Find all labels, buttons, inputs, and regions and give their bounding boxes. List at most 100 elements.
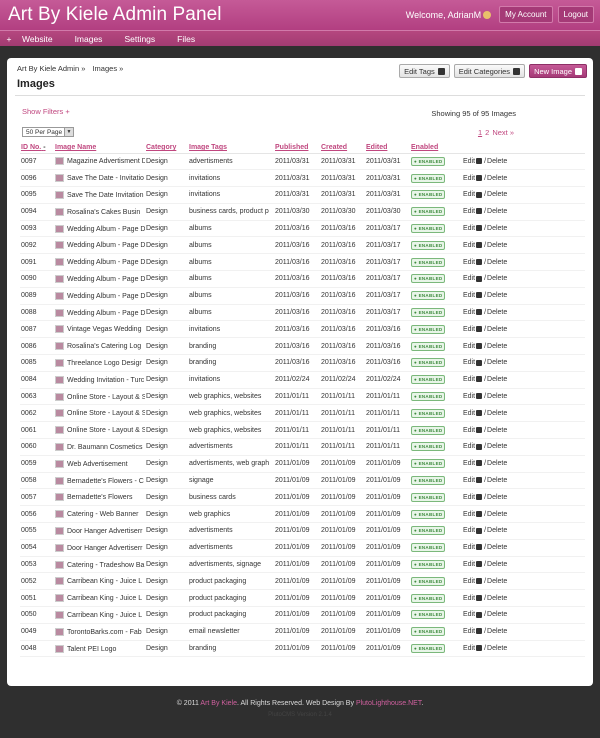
delete-link[interactable]: Delete: [487, 326, 507, 333]
edit-link[interactable]: Edit: [463, 561, 475, 568]
enabled-badge[interactable]: ● ENABLED: [411, 291, 446, 301]
edit-icon[interactable]: [476, 410, 483, 416]
cell-image-name[interactable]: Online Store - Layout & S: [54, 404, 145, 423]
delete-link[interactable]: Delete: [487, 460, 507, 467]
per-page-select[interactable]: 50 Per Page ▼: [22, 127, 74, 137]
edit-link[interactable]: Edit: [463, 191, 475, 198]
edit-icon[interactable]: [476, 561, 483, 568]
enabled-badge[interactable]: ● ENABLED: [411, 224, 446, 234]
delete-link[interactable]: Delete: [487, 259, 507, 266]
edit-link[interactable]: Edit: [463, 544, 475, 551]
edit-icon[interactable]: [476, 510, 483, 517]
edit-icon[interactable]: [476, 174, 483, 181]
col-edited[interactable]: Edited: [365, 143, 410, 154]
edit-icon[interactable]: [476, 460, 483, 467]
edit-icon[interactable]: [476, 493, 483, 500]
edit-icon[interactable]: [476, 393, 483, 400]
edit-icon[interactable]: [476, 477, 483, 484]
cell-image-name[interactable]: Bernadette's Flowers: [54, 488, 145, 507]
edit-icon[interactable]: [476, 258, 483, 265]
enabled-badge[interactable]: ● ENABLED: [411, 274, 446, 284]
cell-image-name[interactable]: Door Hanger Advertiserr: [54, 522, 145, 540]
edit-link[interactable]: Edit: [463, 309, 475, 316]
my-account-button[interactable]: My Account: [499, 6, 553, 23]
edit-link[interactable]: Edit: [463, 460, 475, 467]
edit-link[interactable]: Edit: [463, 628, 475, 635]
enabled-badge[interactable]: ● ENABLED: [411, 543, 446, 553]
new-image-button[interactable]: New Image: [529, 64, 587, 78]
edit-link[interactable]: Edit: [463, 326, 475, 333]
edit-link[interactable]: Edit: [463, 259, 475, 266]
cell-image-name[interactable]: Rosalina's Catering Log: [54, 337, 145, 356]
edit-icon[interactable]: [476, 225, 483, 232]
col-published[interactable]: Published: [274, 143, 320, 154]
nav-plus[interactable]: +: [0, 34, 18, 44]
cell-image-name[interactable]: TorontoBarks.com - Fab: [54, 623, 145, 641]
enabled-badge[interactable]: ● ENABLED: [411, 190, 446, 200]
delete-link[interactable]: Delete: [487, 595, 507, 602]
edit-icon[interactable]: [476, 628, 483, 635]
edit-icon[interactable]: [476, 376, 483, 383]
edit-link[interactable]: Edit: [463, 611, 475, 618]
enabled-badge[interactable]: ● ENABLED: [411, 324, 446, 334]
col-image-tags[interactable]: Image Tags: [188, 143, 274, 154]
edit-categories-button[interactable]: Edit Categories: [453, 64, 526, 78]
delete-link[interactable]: Delete: [487, 628, 507, 635]
edit-icon[interactable]: [476, 527, 483, 534]
edit-icon[interactable]: [476, 611, 483, 618]
col-enabled[interactable]: Enabled: [410, 143, 462, 154]
enabled-badge[interactable]: ● ENABLED: [411, 308, 446, 318]
cell-image-name[interactable]: Carribean King - Juice L: [54, 589, 145, 608]
cell-image-name[interactable]: Save The Date - Invitatio: [54, 169, 145, 188]
nav-item-settings[interactable]: Settings: [113, 31, 166, 46]
delete-link[interactable]: Delete: [487, 309, 507, 316]
edit-icon[interactable]: [476, 326, 483, 333]
enabled-badge[interactable]: ● ENABLED: [411, 509, 446, 519]
delete-link[interactable]: Delete: [487, 410, 507, 417]
delete-link[interactable]: Delete: [487, 393, 507, 400]
edit-link[interactable]: Edit: [463, 477, 475, 484]
enabled-badge[interactable]: ● ENABLED: [411, 173, 446, 183]
enabled-badge[interactable]: ● ENABLED: [411, 610, 446, 620]
enabled-badge[interactable]: ● ENABLED: [411, 358, 446, 368]
delete-link[interactable]: Delete: [487, 494, 507, 501]
cell-image-name[interactable]: Door Hanger Advertiserr: [54, 539, 145, 557]
enabled-badge[interactable]: ● ENABLED: [411, 341, 446, 351]
edit-link[interactable]: Edit: [463, 275, 475, 282]
enabled-badge[interactable]: ● ENABLED: [411, 207, 446, 217]
page-link-1[interactable]: 1: [478, 128, 482, 137]
edit-icon[interactable]: [476, 309, 483, 316]
cell-image-name[interactable]: Carribean King - Juice L: [54, 572, 145, 591]
edit-link[interactable]: Edit: [463, 158, 475, 165]
delete-link[interactable]: Delete: [487, 443, 507, 450]
edit-link[interactable]: Edit: [463, 511, 475, 518]
edit-icon[interactable]: [476, 594, 483, 601]
cell-image-name[interactable]: Threelance Logo Desigr: [54, 354, 145, 372]
col-category[interactable]: Category: [145, 143, 188, 154]
delete-link[interactable]: Delete: [487, 427, 507, 434]
page-link-2[interactable]: 2: [485, 128, 489, 137]
footer-designer-link[interactable]: PlutoLighthouse.NET: [356, 700, 421, 707]
delete-link[interactable]: Delete: [487, 158, 507, 165]
cell-image-name[interactable]: Save The Date Invitation: [54, 186, 145, 204]
edit-icon[interactable]: [476, 242, 483, 249]
cell-image-name[interactable]: Wedding Album - Page D: [54, 304, 145, 322]
delete-link[interactable]: Delete: [487, 527, 507, 534]
cell-image-name[interactable]: Bernadette's Flowers - C: [54, 472, 145, 490]
edit-icon[interactable]: [476, 544, 483, 551]
enabled-badge[interactable]: ● ENABLED: [411, 593, 446, 603]
delete-link[interactable]: Delete: [487, 359, 507, 366]
col-created[interactable]: Created: [320, 143, 365, 154]
cell-image-name[interactable]: Talent PEI Logo: [54, 640, 145, 658]
nav-item-website[interactable]: Website: [18, 31, 64, 46]
edit-icon[interactable]: [476, 342, 483, 349]
cell-image-name[interactable]: Wedding Album - Page D: [54, 270, 145, 288]
edit-icon[interactable]: [476, 426, 483, 433]
col-image-name[interactable]: Image Name: [54, 143, 145, 154]
edit-icon[interactable]: [476, 443, 483, 450]
edit-icon[interactable]: [476, 577, 483, 584]
cell-image-name[interactable]: Magazine Advertisment D: [54, 153, 145, 171]
enabled-badge[interactable]: ● ENABLED: [411, 375, 446, 385]
cell-image-name[interactable]: Catering - Tradeshow Ba: [54, 556, 145, 574]
breadcrumb-images[interactable]: Images »: [92, 64, 123, 73]
